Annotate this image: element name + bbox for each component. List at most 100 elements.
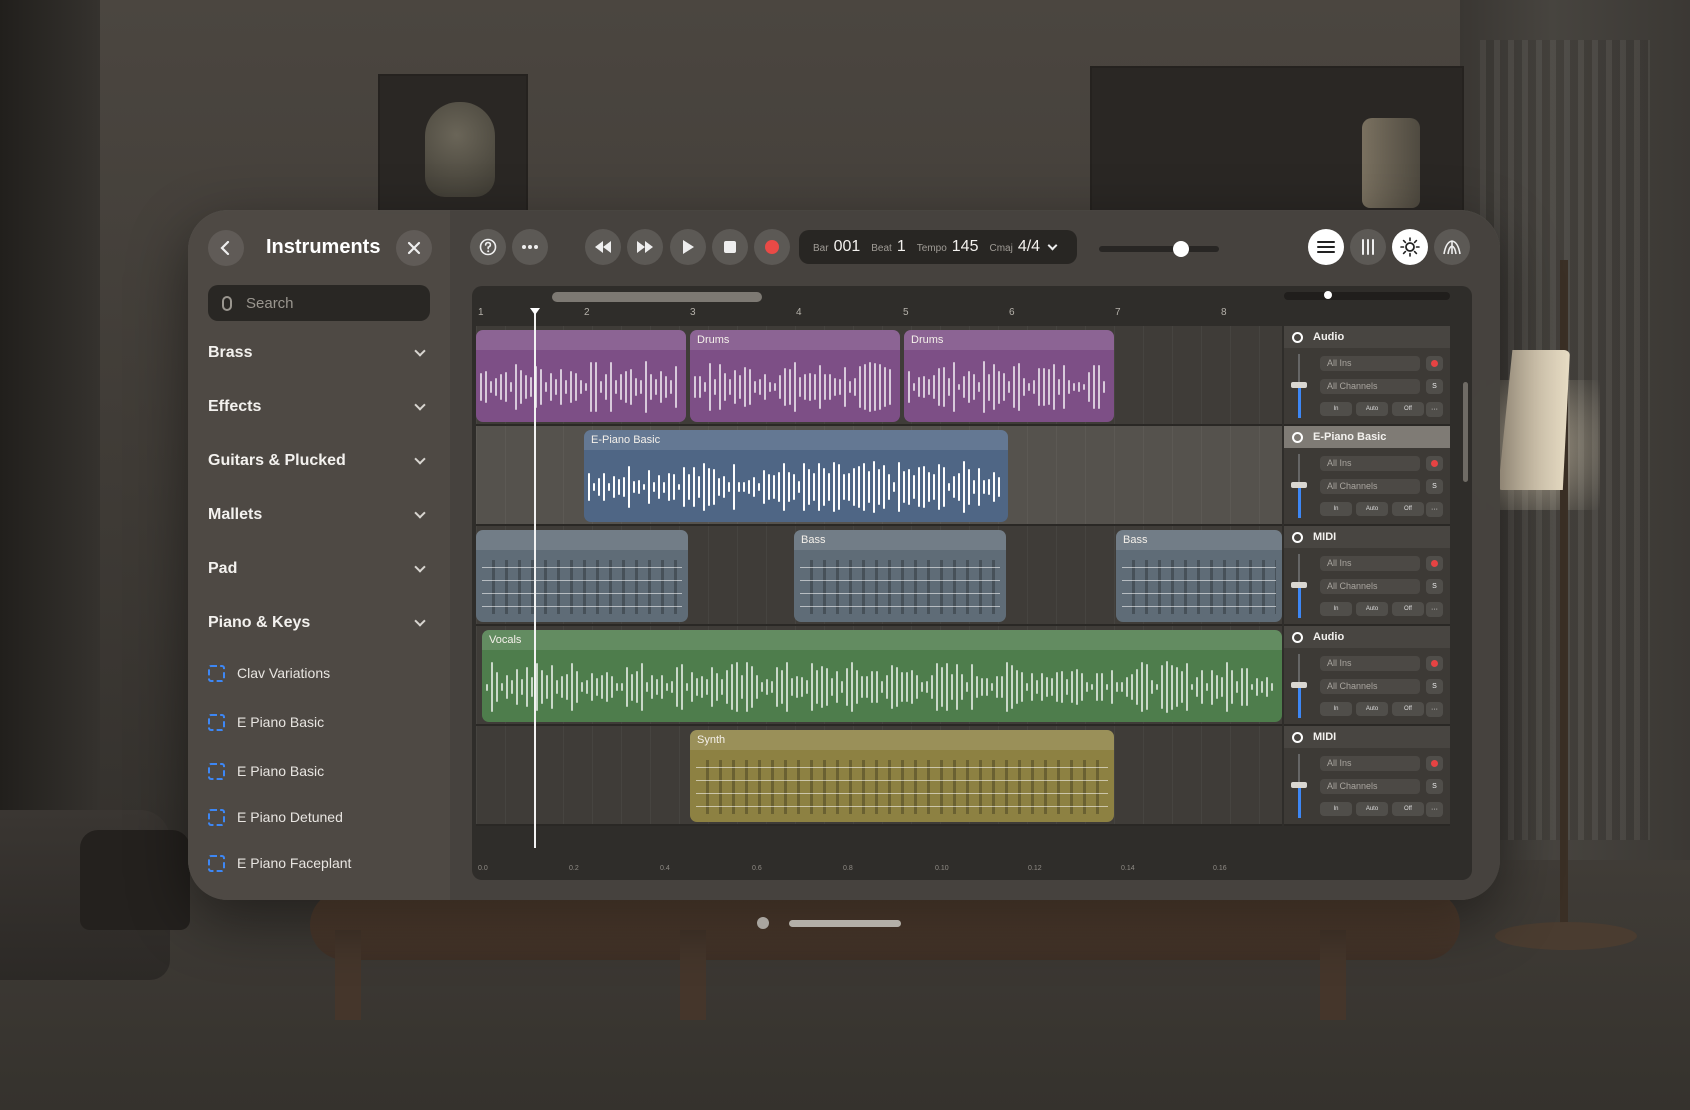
- instrument-item[interactable]: Clav Variations: [208, 661, 330, 685]
- mixer-strip-header[interactable]: MIDI: [1284, 726, 1450, 748]
- category-brass[interactable]: Brass: [208, 338, 430, 368]
- strip-more-button[interactable]: ···: [1426, 702, 1443, 717]
- vertical-scrollbar[interactable]: [1463, 382, 1468, 482]
- automation-button[interactable]: Auto: [1356, 702, 1388, 716]
- close-button[interactable]: [396, 230, 432, 266]
- brightness-button[interactable]: [1392, 229, 1428, 265]
- instrument-item[interactable]: E Piano Basic: [208, 710, 324, 734]
- category-mallets[interactable]: Mallets: [208, 500, 430, 530]
- mixer-strip[interactable]: Audio All Ins All Channels S In Auto Off ···: [1284, 326, 1450, 426]
- input-select[interactable]: All Ins: [1320, 356, 1420, 371]
- solo-button[interactable]: S: [1426, 579, 1443, 594]
- category-effects[interactable]: Effects: [208, 392, 430, 422]
- volume-slider-knob[interactable]: [1172, 241, 1189, 257]
- input-select[interactable]: All Ins: [1320, 656, 1420, 671]
- stop-button[interactable]: [712, 229, 748, 265]
- region[interactable]: [476, 530, 688, 622]
- channel-select[interactable]: All Channels: [1320, 579, 1420, 594]
- off-button[interactable]: Off: [1392, 402, 1424, 416]
- region[interactable]: Bass: [794, 530, 1006, 622]
- volume-fader-knob[interactable]: [1291, 382, 1307, 388]
- region[interactable]: Drums: [904, 330, 1114, 422]
- mixer-strip[interactable]: Audio All Ins All Channels S In Auto Off ···: [1284, 626, 1450, 726]
- instrument-item[interactable]: E Piano Faceplant: [208, 851, 351, 875]
- mixer-strip[interactable]: E-Piano Basic All Ins All Channels S In Auto O…: [1284, 426, 1450, 526]
- playhead[interactable]: [530, 308, 540, 848]
- region[interactable]: Drums: [690, 330, 900, 422]
- solo-button[interactable]: S: [1426, 679, 1443, 694]
- category-guitars-plucked[interactable]: Guitars & Plucked: [208, 446, 430, 476]
- track-lane[interactable]: Vocals: [476, 626, 1282, 726]
- strip-more-button[interactable]: ···: [1426, 802, 1443, 817]
- volume-fader-knob[interactable]: [1291, 782, 1307, 788]
- loop-browser-button[interactable]: [1434, 229, 1470, 265]
- record-arm-button[interactable]: [1426, 456, 1443, 471]
- search-field[interactable]: [208, 285, 430, 321]
- horizontal-scrollbar[interactable]: [552, 292, 762, 302]
- mixer-scroll-indicator[interactable]: [1284, 291, 1450, 300]
- mixer-strip[interactable]: MIDI All Ins All Channels S In Auto Off ···: [1284, 526, 1450, 626]
- track-lane[interactable]: E-Piano Basic: [476, 426, 1282, 526]
- power-icon[interactable]: [1292, 531, 1303, 543]
- mixer-strip-header[interactable]: Audio: [1284, 626, 1450, 648]
- solo-button[interactable]: S: [1426, 479, 1443, 494]
- off-button[interactable]: Off: [1392, 602, 1424, 616]
- automation-button[interactable]: Auto: [1356, 602, 1388, 616]
- record-arm-button[interactable]: [1426, 556, 1443, 571]
- fast-forward-button[interactable]: [627, 229, 663, 265]
- help-button[interactable]: [470, 229, 506, 265]
- search-input[interactable]: [246, 294, 416, 312]
- region[interactable]: E-Piano Basic: [584, 430, 1008, 522]
- rewind-button[interactable]: [585, 229, 621, 265]
- channel-select[interactable]: All Channels: [1320, 679, 1420, 694]
- record-arm-button[interactable]: [1426, 356, 1443, 371]
- category-pad[interactable]: Pad: [208, 554, 430, 584]
- strip-more-button[interactable]: ···: [1426, 602, 1443, 617]
- input-monitor-button[interactable]: In: [1320, 802, 1352, 816]
- mixer-view-button[interactable]: [1350, 229, 1386, 265]
- off-button[interactable]: Off: [1392, 702, 1424, 716]
- region[interactable]: Vocals: [482, 630, 1282, 722]
- power-icon[interactable]: [1292, 731, 1303, 743]
- off-button[interactable]: Off: [1392, 502, 1424, 516]
- power-icon[interactable]: [1292, 631, 1303, 643]
- transport-display[interactable]: Bar 001 Beat 1 Tempo 145 Cmaj 4/4: [799, 230, 1077, 264]
- input-select[interactable]: All Ins: [1320, 556, 1420, 571]
- bar-ruler[interactable]: 1 2 3 4 5 6 7 8: [472, 304, 1282, 326]
- region[interactable]: Bass: [1116, 530, 1282, 622]
- input-select[interactable]: All Ins: [1320, 456, 1420, 471]
- play-button[interactable]: [670, 229, 706, 265]
- record-button[interactable]: [754, 229, 790, 265]
- channel-select[interactable]: All Channels: [1320, 379, 1420, 394]
- instrument-item[interactable]: E Piano Detuned: [208, 805, 343, 829]
- back-button[interactable]: [208, 230, 244, 266]
- record-arm-button[interactable]: [1426, 656, 1443, 671]
- volume-fader-knob[interactable]: [1291, 682, 1307, 688]
- automation-button[interactable]: Auto: [1356, 402, 1388, 416]
- track-lane[interactable]: Bass Bass: [476, 526, 1282, 626]
- channel-select[interactable]: All Channels: [1320, 779, 1420, 794]
- window-dot-indicator[interactable]: [757, 917, 769, 929]
- master-volume-slider[interactable]: [1099, 241, 1219, 257]
- more-button[interactable]: [512, 229, 548, 265]
- strip-more-button[interactable]: ···: [1426, 502, 1443, 517]
- channel-select[interactable]: All Channels: [1320, 479, 1420, 494]
- solo-button[interactable]: S: [1426, 779, 1443, 794]
- input-monitor-button[interactable]: In: [1320, 602, 1352, 616]
- automation-button[interactable]: Auto: [1356, 502, 1388, 516]
- mixer-strip[interactable]: MIDI All Ins All Channels S In Auto Off ···: [1284, 726, 1450, 826]
- input-monitor-button[interactable]: In: [1320, 502, 1352, 516]
- region[interactable]: Synth: [690, 730, 1114, 822]
- mixer-strip-header[interactable]: Audio: [1284, 326, 1450, 348]
- input-monitor-button[interactable]: In: [1320, 402, 1352, 416]
- mixer-scroll-knob[interactable]: [1324, 291, 1332, 299]
- instrument-item[interactable]: E Piano Basic: [208, 759, 324, 783]
- list-view-button[interactable]: [1308, 229, 1344, 265]
- record-arm-button[interactable]: [1426, 756, 1443, 771]
- volume-fader-knob[interactable]: [1291, 482, 1307, 488]
- track-lane[interactable]: Synth: [476, 726, 1282, 826]
- strip-more-button[interactable]: ···: [1426, 402, 1443, 417]
- track-lane[interactable]: Drums Drums: [476, 326, 1282, 426]
- region[interactable]: [476, 330, 686, 422]
- category-piano-keys[interactable]: Piano & Keys: [208, 608, 430, 638]
